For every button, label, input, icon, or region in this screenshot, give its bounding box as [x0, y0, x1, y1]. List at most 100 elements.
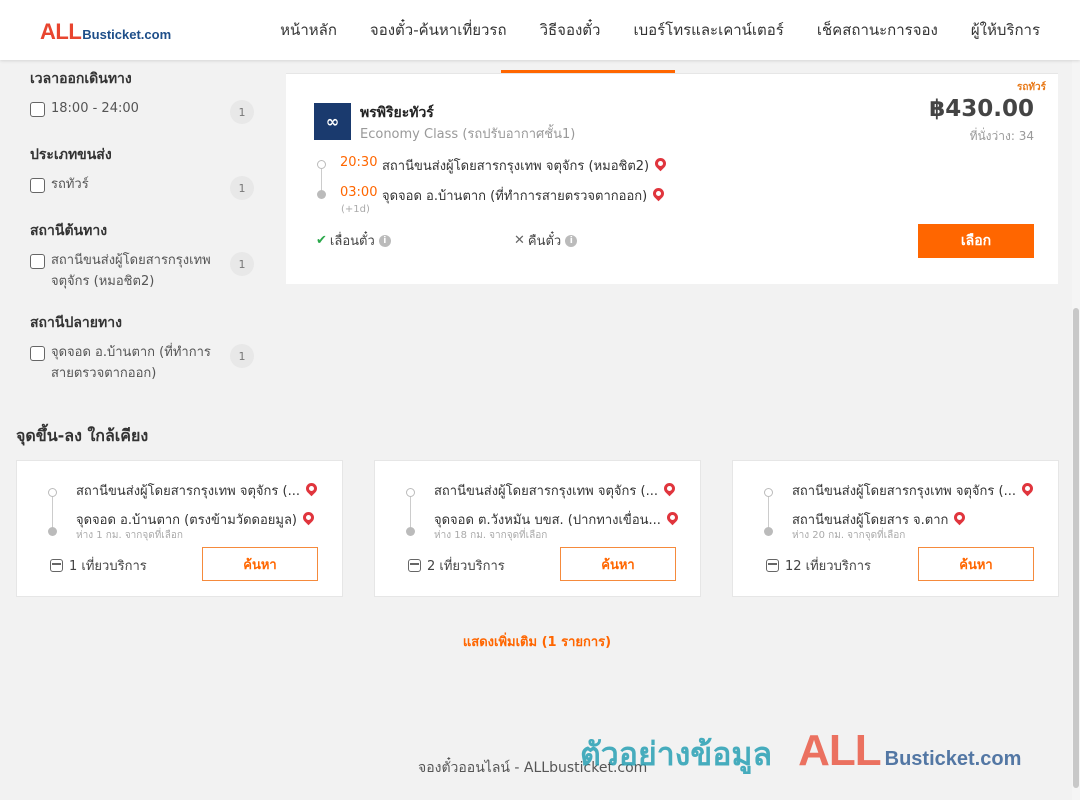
watermark-logo-all: ALL [798, 726, 882, 775]
nav-how-to-book[interactable]: วิธีจองตั๋ว [540, 18, 601, 42]
filter-option[interactable]: สถานีขนส่งผู้โดยสารกรุงเทพ จตุจักร (หมอช… [30, 252, 260, 292]
logo-busticket-text: Busticket.com [82, 27, 172, 42]
arrive-stop-label: จุดจอด อ.บ้านตาก (ที่ทำการสายตรวจตากออก) [382, 189, 648, 204]
reschedule-label: เลื่อนตั๋ว [329, 234, 375, 249]
map-pin-icon[interactable] [1019, 480, 1036, 497]
nearby-to-label: จุดจอด อ.บ้านตาก (ตรงข้ามวัดดอยมูล) [76, 513, 297, 528]
origin-dot-icon [317, 160, 326, 169]
nearby-trips-label: 1 เที่ยวบริการ [69, 559, 147, 574]
map-pin-icon[interactable] [952, 509, 968, 526]
filter-checkbox[interactable] [30, 346, 45, 361]
nearby-search-button[interactable]: ค้นหา [918, 547, 1034, 581]
map-pin-icon[interactable] [300, 509, 317, 526]
filter-checkbox[interactable] [30, 102, 45, 117]
nearby-distance: ห่าง 20 กม. จากจุดที่เลือก [792, 530, 906, 541]
filter-sidebar: เวลาออกเดินทาง 18:00 - 24:00 1 ประเภทขนส… [30, 68, 260, 404]
filter-option[interactable]: รถทัวร์ 1 [30, 176, 260, 200]
nearby-from-label: สถานีขนส่งผู้โดยสารกรุงเทพ จตุจักร (... [792, 484, 1016, 499]
bus-icon [50, 559, 63, 572]
nav-book-search[interactable]: จองตั๋ว-ค้นหาเที่ยวรถ [370, 18, 507, 42]
filter-transport-type: ประเภทขนส่ง รถทัวร์ 1 [30, 144, 260, 200]
destination-dot-icon [764, 527, 773, 536]
nearby-section-title: จุดขึ้น-ลง ใกล้เคียง [16, 426, 149, 445]
site-logo[interactable]: ALL Busticket.com [40, 19, 171, 45]
nearby-distance: ห่าง 1 กม. จากจุดที่เลือก [76, 530, 183, 541]
info-icon[interactable]: i [565, 234, 578, 247]
watermark-logo-bus: Busticket.com [884, 748, 1022, 770]
nearby-trips: 12 เที่ยวบริการ [766, 555, 871, 576]
depart-stop-label: สถานีขนส่งผู้โดยสารกรุงเทพ จตุจักร (หมอช… [382, 159, 650, 174]
nearby-trips: 2 เที่ยวบริการ [408, 555, 505, 576]
x-icon: ✕ [514, 233, 525, 248]
nearby-to: สถานีขนส่งผู้โดยสาร จ.ตาก [792, 509, 1042, 530]
route-line [52, 497, 53, 531]
map-pin-icon[interactable] [652, 155, 669, 172]
bus-type-tag: รถทัวร์ [1016, 82, 1046, 93]
nearby-card: สถานีขนส่งผู้โดยสารกรุงเทพ จตุจักร (... … [16, 460, 343, 597]
filter-destination-station: สถานีปลายทาง จุดจอด อ.บ้านตาก (ที่ทำการส… [30, 312, 260, 384]
select-trip-button[interactable]: เลือก [918, 224, 1034, 258]
operator-name: พรพิริยะทัวร์ [360, 105, 434, 121]
filter-origin-station: สถานีต้นทาง สถานีขนส่งผู้โดยสารกรุงเทพ จ… [30, 220, 260, 292]
destination-dot-icon [317, 190, 326, 199]
scrollbar-thumb[interactable] [1073, 308, 1079, 788]
filter-departure-time: เวลาออกเดินทาง 18:00 - 24:00 1 [30, 68, 260, 124]
logo-all-text: ALL [40, 19, 82, 44]
bus-icon [408, 559, 421, 572]
filter-option-label: รถทัวร์ [51, 177, 89, 192]
header: ALL Busticket.com หน้าหลัก จองตั๋ว-ค้นหา… [0, 0, 1080, 60]
nearby-from-label: สถานีขนส่งผู้โดยสารกรุงเทพ จตุจักร (... [434, 484, 658, 499]
nav-home[interactable]: หน้าหลัก [280, 18, 337, 42]
nearby-to: จุดจอด อ.บ้านตาก (ตรงข้ามวัดดอยมูล) [76, 509, 326, 530]
filter-option-label: สถานีขนส่งผู้โดยสารกรุงเทพ จตุจักร (หมอช… [51, 253, 211, 289]
nav-phone-counters[interactable]: เบอร์โทรและเคาน์เตอร์ [633, 18, 783, 42]
map-pin-icon[interactable] [664, 509, 681, 526]
footer-text: จองตั๋วออนไลน์ - ALLbusticket.com [418, 760, 648, 776]
arrive-stop: จุดจอด อ.บ้านตาก (ที่ทำการสายตรวจตากออก) [382, 185, 667, 206]
map-pin-icon[interactable] [661, 480, 678, 497]
filter-option[interactable]: จุดจอด อ.บ้านตาก (ที่ทำการสายตรวจตากออก)… [30, 344, 260, 384]
filter-checkbox[interactable] [30, 178, 45, 193]
trip-card: รถทัวร์ ∞ พรพิริยะทัวร์ Economy Class (ร… [286, 73, 1058, 284]
nearby-to-label: จุดจอด ต.วังหมัน บขส. (ปากทางเขื่อน... [434, 513, 661, 528]
origin-dot-icon [764, 488, 773, 497]
bus-icon [766, 559, 779, 572]
refund-policy: ✕ คืนตั๋ว i [514, 230, 578, 251]
filter-title: ประเภทขนส่ง [30, 147, 112, 163]
nearby-from: สถานีขนส่งผู้โดยสารกรุงเทพ จตุจักร (... [792, 480, 1042, 501]
nearby-to: จุดจอด ต.วังหมัน บขส. (ปากทางเขื่อน... [434, 509, 684, 530]
filter-checkbox[interactable] [30, 254, 45, 269]
info-icon[interactable]: i [378, 234, 391, 247]
count-badge: 1 [230, 252, 254, 276]
depart-time: 20:30 [340, 155, 378, 170]
route-line [768, 497, 769, 531]
nearby-card: สถานีขนส่งผู้โดยสารกรุงเทพ จตุจักร (... … [732, 460, 1059, 597]
count-badge: 1 [230, 176, 254, 200]
arrive-time: 03:00 [340, 185, 378, 200]
nearby-from-label: สถานีขนส่งผู้โดยสารกรุงเทพ จตุจักร (... [76, 484, 300, 499]
map-pin-icon[interactable] [650, 185, 667, 202]
show-more-link[interactable]: แสดงเพิ่มเติม (1 รายการ) [0, 631, 1074, 652]
map-pin-icon[interactable] [303, 480, 320, 497]
operator-class: Economy Class (รถปรับอากาศชั้น1) [360, 127, 576, 142]
count-badge: 1 [230, 344, 254, 368]
nav-check-booking[interactable]: เช็คสถานะการจอง [817, 18, 938, 42]
operator-logo: ∞ [314, 103, 351, 140]
destination-dot-icon [406, 527, 415, 536]
nearby-trips-label: 12 เที่ยวบริการ [785, 559, 871, 574]
nearby-search-button[interactable]: ค้นหา [202, 547, 318, 581]
nearby-trips: 1 เที่ยวบริการ [50, 555, 147, 576]
nearby-from: สถานีขนส่งผู้โดยสารกรุงเทพ จตุจักร (... [434, 480, 684, 501]
depart-stop: สถานีขนส่งผู้โดยสารกรุงเทพ จตุจักร (หมอช… [382, 155, 669, 176]
nav-operators[interactable]: ผู้ให้บริการ [971, 18, 1040, 42]
route-line [410, 497, 411, 531]
filter-option-label: 18:00 - 24:00 [51, 101, 139, 116]
destination-dot-icon [48, 527, 57, 536]
nearby-search-button[interactable]: ค้นหา [560, 547, 676, 581]
main-nav: หน้าหลัก จองตั๋ว-ค้นหาเที่ยวรถ วิธีจองตั… [280, 0, 1040, 60]
filter-option[interactable]: 18:00 - 24:00 1 [30, 100, 260, 124]
nearby-card: สถานีขนส่งผู้โดยสารกรุงเทพ จตุจักร (... … [374, 460, 701, 597]
nearby-from: สถานีขนส่งผู้โดยสารกรุงเทพ จตุจักร (... [76, 480, 326, 501]
filter-title: สถานีปลายทาง [30, 315, 122, 331]
infinity-logo-icon: ∞ [325, 112, 340, 131]
